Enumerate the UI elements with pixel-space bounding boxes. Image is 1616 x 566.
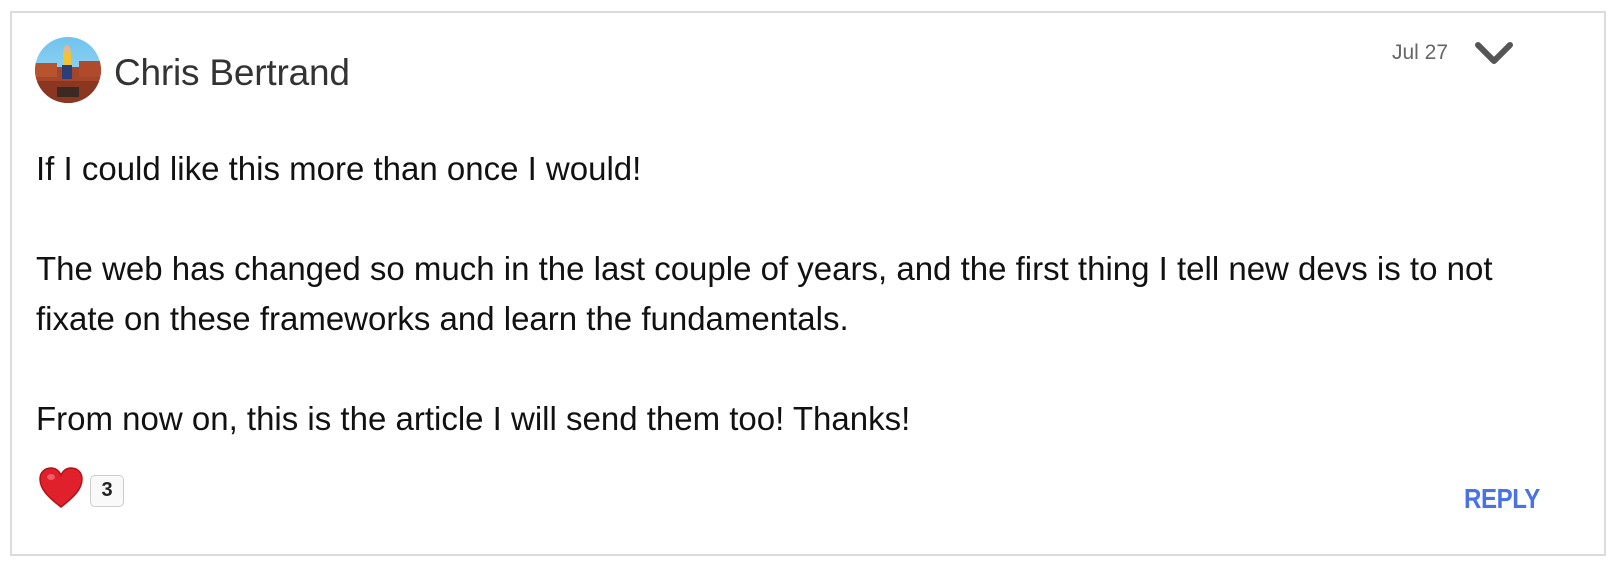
- like-count-badge: 3: [90, 475, 124, 507]
- avatar-image: [35, 37, 101, 103]
- author-name[interactable]: Chris Bertrand: [114, 51, 350, 95]
- like-button[interactable]: [38, 466, 84, 510]
- reply-button[interactable]: REPLY: [1464, 483, 1540, 515]
- comment-body: If I could like this more than once I wo…: [36, 144, 1556, 444]
- comment-paragraph: If I could like this more than once I wo…: [36, 150, 642, 187]
- comment-date[interactable]: Jul 27: [1392, 39, 1448, 67]
- heart-icon: [39, 467, 83, 508]
- chevron-down-icon: [1475, 42, 1513, 64]
- comment-card: Chris Bertrand Jul 27 If I could like th…: [10, 11, 1606, 556]
- comment-paragraph: From now on, this is the article I will …: [36, 400, 911, 437]
- comment-paragraph: The web has changed so much in the last …: [36, 250, 1493, 337]
- avatar[interactable]: [35, 37, 101, 103]
- comment-menu-button[interactable]: [1474, 37, 1514, 69]
